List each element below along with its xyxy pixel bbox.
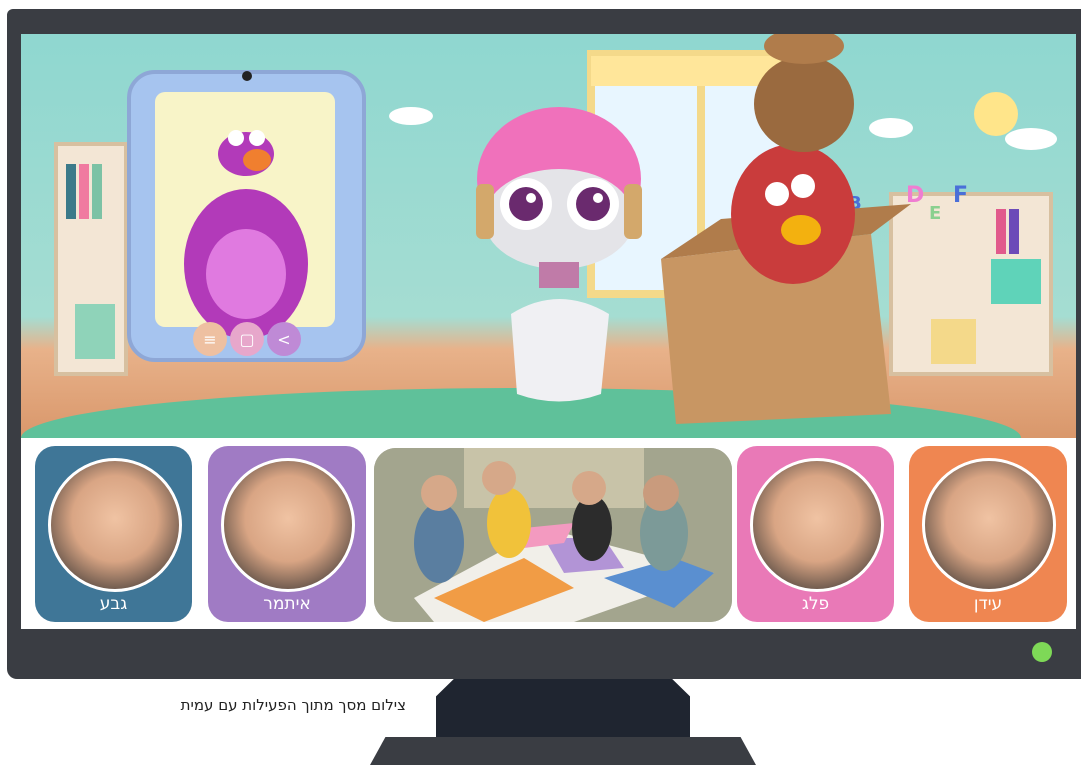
tablet-home-icon: ▢ bbox=[239, 330, 254, 349]
participant-tile-givat[interactable]: גבע bbox=[35, 446, 192, 622]
animated-scene: D F C E B ≡ ▢ < bbox=[21, 34, 1076, 438]
participant-avatar bbox=[749, 458, 884, 592]
participant-tile-peleg[interactable]: פלג bbox=[737, 446, 894, 622]
participant-avatar bbox=[922, 458, 1056, 592]
monitor-stand-neck bbox=[436, 679, 690, 737]
participant-tile-itamar[interactable]: איתמר bbox=[208, 446, 366, 622]
svg-text:F: F bbox=[953, 183, 968, 208]
participant-name: פלג bbox=[801, 594, 830, 614]
participant-avatar bbox=[221, 458, 355, 592]
svg-text:E: E bbox=[929, 203, 941, 224]
monitor-screen: D F C E B ≡ ▢ < bbox=[21, 34, 1076, 629]
tablet-back-icon: < bbox=[277, 330, 290, 349]
participant-name: עידן bbox=[973, 594, 1003, 614]
scene-illustration: D F C E B ≡ ▢ < bbox=[21, 34, 1057, 438]
tablet-menu-icon: ≡ bbox=[203, 330, 216, 349]
monitor-stand-base bbox=[370, 737, 756, 765]
power-indicator-light bbox=[1032, 642, 1052, 662]
participant-name: גבע bbox=[99, 594, 128, 614]
participant-avatar bbox=[47, 458, 182, 592]
group-photo bbox=[374, 448, 732, 622]
screenshot-caption: צילום מסך מתוך הפעילות עם עמית bbox=[180, 696, 406, 714]
group-photo-illustration bbox=[374, 448, 732, 622]
participant-tile-idan[interactable]: עידן bbox=[909, 446, 1067, 622]
participant-name: איתמר bbox=[263, 594, 311, 614]
